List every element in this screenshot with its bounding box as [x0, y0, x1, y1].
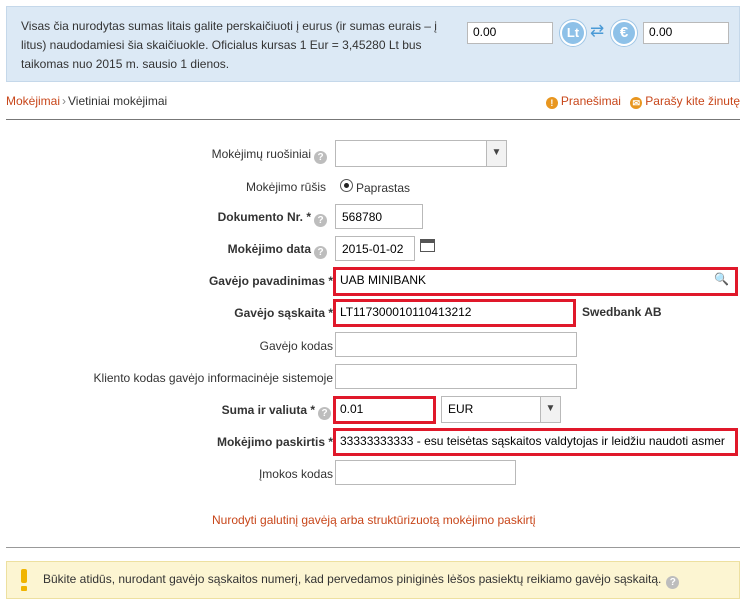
info-icon: !	[545, 97, 558, 109]
converter-info-text: Visas čia nurodytas sumas litais galite …	[21, 19, 437, 71]
amount-currency-label: Suma ir valiuta *?	[222, 403, 331, 420]
recipient-code-label: Gavėjo kodas	[259, 339, 333, 353]
help-icon[interactable]: ?	[314, 246, 327, 259]
calendar-icon[interactable]	[420, 239, 435, 252]
breadcrumb-current: Vietiniai mokėjimai	[68, 94, 168, 108]
recipient-account-input[interactable]: LT117300010110413212	[333, 299, 576, 327]
messages-link[interactable]: Pranešimai	[561, 94, 621, 108]
currency-converter: Visas čia nurodytas sumas litais galite …	[6, 6, 740, 82]
payment-date-label: Mokėjimo data?	[228, 242, 327, 259]
eur-amount-input[interactable]: 0.00	[643, 22, 729, 44]
doc-number-input[interactable]: 568780	[335, 204, 423, 229]
help-icon[interactable]: ?	[314, 151, 327, 164]
breadcrumb-separator: ›	[62, 94, 67, 108]
payment-date-input[interactable]: 2015-01-02	[335, 236, 415, 261]
bank-name: Swedbank AB	[582, 305, 662, 319]
templates-label: Mokėjimų ruošiniai?	[212, 147, 327, 164]
currency-select[interactable]: EUR ▼	[441, 396, 561, 423]
help-icon[interactable]: ?	[314, 214, 327, 227]
warning-text: Būkite atidūs, nurodant gavėjo sąskaitos…	[43, 572, 680, 589]
envelope-icon: ✉	[630, 97, 643, 109]
chevron-down-icon: ▼	[486, 141, 506, 166]
doc-number-label: Dokumento Nr. *?	[218, 210, 327, 227]
payment-type-label: Mokėjimo rūšis	[245, 180, 326, 194]
write-message-link[interactable]: Parašy kite žinutę	[645, 94, 740, 108]
client-code-input[interactable]	[335, 364, 577, 389]
payment-type-option: Paprastas	[356, 181, 411, 195]
chevron-down-icon: ▼	[540, 397, 560, 422]
divider	[6, 547, 740, 548]
recipient-name-input[interactable]: UAB MINIBANK 🔍	[333, 267, 738, 296]
lt-amount-input[interactable]: 0.00	[467, 22, 553, 44]
warning-box: Būkite atidūs, nurodant gavėjo sąskaitos…	[6, 561, 740, 599]
litas-icon: Lt	[560, 20, 586, 46]
purpose-label: Mokėjimo paskirtis *	[216, 435, 333, 449]
breadcrumb: Mokėjimai › Vietiniai mokėjimai	[6, 94, 167, 108]
templates-select[interactable]: ▼	[335, 140, 507, 167]
swap-arrows-icon[interactable]: ⇄	[590, 21, 604, 41]
search-icon[interactable]: 🔍	[714, 272, 729, 286]
help-icon[interactable]: ?	[666, 576, 680, 589]
amount-input[interactable]: 0.01	[333, 396, 436, 424]
exclamation-icon	[21, 569, 27, 591]
euro-icon: €	[611, 20, 637, 46]
help-icon[interactable]: ?	[318, 407, 331, 420]
purpose-input[interactable]: 33333333333 - esu teisėtas sąskaitos val…	[333, 428, 738, 456]
reference-code-label: Įmokos kodas	[258, 467, 333, 481]
top-links: ! Pranešimai ✉ Parašy kite žinutę	[545, 94, 740, 109]
breadcrumb-payments-link[interactable]: Mokėjimai	[6, 94, 60, 108]
recipient-account-label: Gavėjo sąskaita *	[234, 306, 333, 320]
reference-code-input[interactable]	[335, 460, 516, 485]
recipient-code-input[interactable]	[335, 332, 577, 357]
recipient-name-label: Gavėjo pavadinimas *	[208, 274, 333, 288]
client-code-label: Kliento kodas gavėjo informacinėje siste…	[93, 371, 333, 385]
final-recipient-link[interactable]: Nurodyti galutinį gavėją arba struktūriz…	[212, 513, 535, 527]
payment-type-radio[interactable]	[340, 179, 353, 192]
divider	[6, 119, 740, 120]
